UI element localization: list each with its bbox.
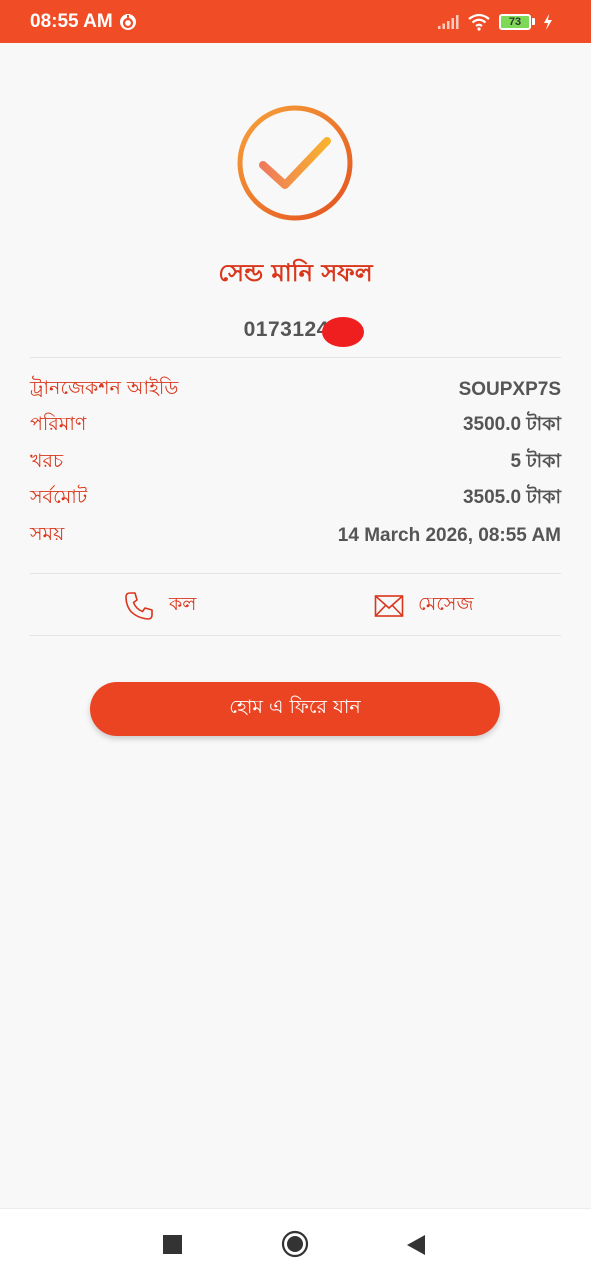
detail-row-amount: পরিমাণ 3500.0 টাকা <box>30 411 561 441</box>
signal-icon <box>438 14 459 29</box>
status-bar: 08:55 AM 73 <box>0 0 591 43</box>
redaction-mark <box>322 317 364 347</box>
back-triangle-icon[interactable] <box>406 1234 426 1256</box>
home-circle-icon[interactable] <box>281 1230 309 1258</box>
detail-row-time: সময় 14 March 2026, 08:55 AM <box>30 521 561 551</box>
go-home-button[interactable]: হোম এ ফিরে যান <box>90 682 500 736</box>
divider <box>30 573 561 574</box>
detail-label: ট্রানজেকশন আইডি <box>30 377 179 399</box>
check-circle-icon <box>237 105 353 221</box>
detail-label: সময় <box>30 523 65 545</box>
recents-square-icon[interactable] <box>163 1235 182 1254</box>
detail-value: 14 March 2026, 08:55 AM <box>337 525 561 546</box>
detail-value: 3505.0 টাকা <box>462 487 561 508</box>
charging-icon <box>544 13 552 30</box>
detail-label: খরচ <box>30 450 64 472</box>
envelope-icon <box>374 595 404 617</box>
status-time: 08:55 AM <box>30 10 113 32</box>
message-button[interactable]: মেসেজ <box>374 588 473 624</box>
detail-value: 5 টাকা <box>510 451 561 472</box>
success-title: সেন্ড মানি সফল <box>218 259 373 287</box>
detail-row-charge: খরচ 5 টাকা <box>30 448 561 478</box>
detail-row-transaction-id: ট্রানজেকশন আইডি SOUPXP7S <box>30 375 561 405</box>
detail-label: সর্বমোট <box>30 486 88 508</box>
detail-value: 3500.0 টাকা <box>462 414 561 435</box>
system-nav-bar <box>0 1208 591 1280</box>
battery-level: 73 <box>499 13 531 30</box>
wifi-icon <box>468 13 490 31</box>
message-label: মেসেজ <box>418 593 474 615</box>
call-button[interactable]: কল <box>123 588 196 624</box>
divider <box>30 635 561 636</box>
app-notification-icon <box>119 13 136 30</box>
detail-value: SOUPXP7S <box>458 379 561 400</box>
divider <box>30 357 561 358</box>
status-icons: 73 <box>437 0 553 43</box>
recipient-number: 0173124 0 <box>243 318 348 341</box>
battery-icon: 73 <box>499 13 535 30</box>
phone-icon <box>125 592 153 620</box>
detail-row-total: সর্বমোট 3505.0 টাকা <box>30 484 561 514</box>
detail-label: পরিমাণ <box>30 413 87 435</box>
call-label: কল <box>169 593 197 615</box>
